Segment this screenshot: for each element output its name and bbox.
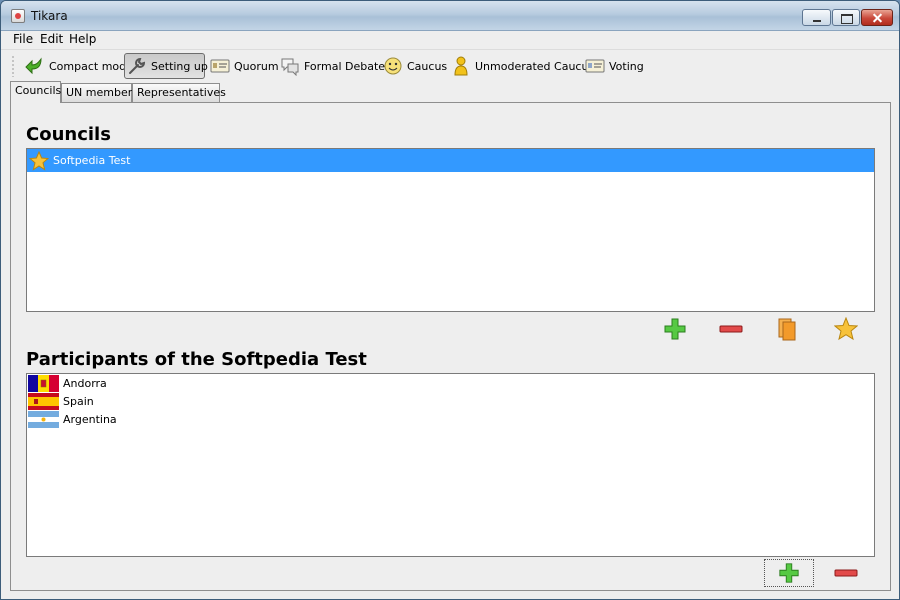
participant-name: Andorra <box>63 376 107 390</box>
caucus-button[interactable]: Caucus <box>381 53 449 79</box>
tab-un-members[interactable]: UN members <box>61 83 138 102</box>
formal-debate-label: Formal Debate <box>304 59 386 73</box>
menu-help[interactable]: Help <box>69 32 96 46</box>
voting-button[interactable]: Voting <box>583 53 646 79</box>
councils-list[interactable]: Softpedia Test <box>26 148 875 312</box>
setting-up-button[interactable]: Setting up <box>124 53 208 79</box>
star-icon <box>28 150 50 171</box>
copy-icon <box>778 318 796 341</box>
add-participant-button[interactable] <box>764 559 814 587</box>
councils-heading: Councils <box>26 124 111 145</box>
close-button[interactable] <box>861 9 893 26</box>
menu-file[interactable]: File <box>13 32 33 46</box>
favorite-council-button[interactable] <box>833 316 859 341</box>
ballot-card-icon <box>585 56 605 76</box>
title-bar[interactable]: Tikara <box>1 1 899 31</box>
green-arrow-icon <box>25 56 45 76</box>
quorum-label: Quorum <box>234 59 279 73</box>
toolbar-grip[interactable] <box>12 55 14 77</box>
menu-edit[interactable]: Edit <box>40 32 63 46</box>
unmoderated-caucus-button[interactable]: Unmoderated Caucus <box>449 53 596 79</box>
person-icon <box>451 56 471 76</box>
maximize-button[interactable] <box>832 9 860 26</box>
participant-name: Spain <box>63 394 94 408</box>
app-window: Tikara File Edit Help Compact mode Setti… <box>0 0 900 600</box>
window-title: Tikara <box>31 9 68 23</box>
spain-flag-icon <box>28 392 59 410</box>
smiley-face-icon <box>383 56 403 76</box>
tab-councils[interactable]: Councils <box>10 81 61 103</box>
unmoderated-caucus-label: Unmoderated Caucus <box>475 59 595 73</box>
council-name: Softpedia Test <box>53 154 131 167</box>
remove-participant-button[interactable] <box>834 561 858 585</box>
tab-representatives[interactable]: Representatives <box>132 83 226 102</box>
wrench-icon <box>127 56 147 76</box>
menu-bar: File Edit Help <box>1 31 899 48</box>
compact-mode-label: Compact mode <box>49 59 133 73</box>
participants-heading: Participants of the Softpedia Test <box>26 349 367 370</box>
add-council-button[interactable] <box>663 317 687 341</box>
add-icon <box>664 318 686 340</box>
minimize-button[interactable] <box>802 9 831 26</box>
star-icon <box>833 316 859 341</box>
list-item[interactable]: Spain <box>27 392 874 410</box>
participant-name: Argentina <box>63 412 117 426</box>
argentina-flag-icon <box>28 410 59 428</box>
remove-council-button[interactable] <box>719 317 743 341</box>
caucus-label: Caucus <box>407 59 448 73</box>
toolbar: Compact mode Setting up Quorum Formal De… <box>1 49 899 82</box>
formal-debate-button[interactable]: Formal Debate <box>278 53 387 79</box>
participants-list[interactable]: Andorra Spain Argentina <box>26 373 875 557</box>
status-strip <box>1 593 899 599</box>
copy-council-button[interactable] <box>775 317 799 341</box>
setting-up-label: Setting up <box>151 59 208 73</box>
remove-icon <box>719 325 743 333</box>
id-card-icon <box>210 56 230 76</box>
compact-mode-button[interactable]: Compact mode <box>23 53 135 79</box>
speech-bubbles-icon <box>280 56 300 77</box>
voting-label: Voting <box>609 59 644 73</box>
andorra-flag-icon <box>28 374 59 392</box>
quorum-button[interactable]: Quorum <box>208 53 281 79</box>
java-app-icon <box>11 9 25 23</box>
list-item[interactable]: Softpedia Test <box>27 149 874 172</box>
remove-icon <box>834 569 858 577</box>
add-icon <box>779 563 799 583</box>
list-item[interactable]: Argentina <box>27 410 874 428</box>
list-item[interactable]: Andorra <box>27 374 874 392</box>
